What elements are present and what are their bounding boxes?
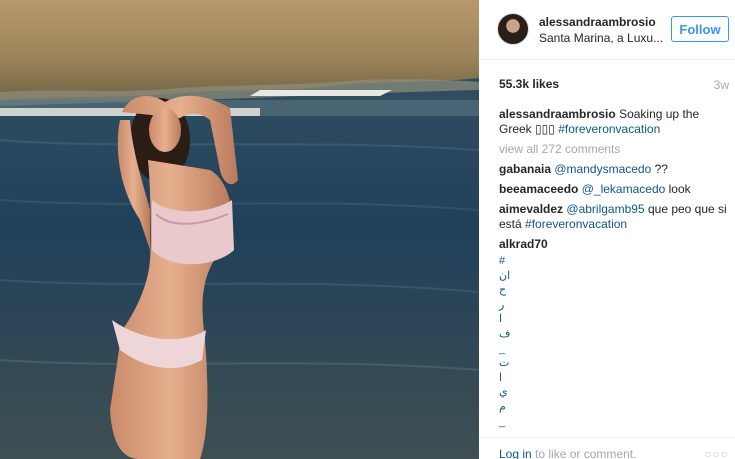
hashtag-char: ح bbox=[499, 284, 507, 297]
hashtag-char: ان bbox=[499, 269, 511, 282]
login-link[interactable]: Log in bbox=[499, 447, 532, 459]
view-all-comments-link[interactable]: view all 272 comments bbox=[499, 142, 729, 157]
comment-username[interactable]: aimevaldez bbox=[499, 202, 563, 216]
post-header: alessandraambrosio Santa Marina, a Luxu.… bbox=[479, 0, 735, 60]
comment-mention[interactable]: @mandysmacedo bbox=[554, 162, 651, 176]
login-prompt-text: to like or comment. bbox=[535, 447, 637, 459]
hashtag-char: م bbox=[499, 400, 506, 413]
username-link[interactable]: alessandraambrosio bbox=[539, 15, 656, 29]
comment-hashtag-vertical[interactable]: # ان ح ر ا ف _ ت ا ي م _ bbox=[499, 254, 729, 429]
hashtag-char: ت bbox=[499, 357, 510, 370]
comment-text: look bbox=[668, 182, 691, 196]
hashtag-char: ر bbox=[499, 298, 505, 311]
comment-item: alkrad70 # ان ح ر ا ف _ ت ا ي م _ bbox=[499, 237, 729, 429]
post-time[interactable]: 3w bbox=[714, 78, 729, 92]
comment-mention[interactable]: @_lekamacedo bbox=[582, 182, 666, 196]
location-link[interactable]: Santa Marina, a Luxu... bbox=[539, 31, 663, 45]
hashtag-char: # bbox=[499, 255, 506, 267]
post-footer: Log in to like or comment. ○○○ bbox=[479, 437, 735, 459]
hashtag-char: _ bbox=[499, 342, 506, 355]
follow-button[interactable]: Follow bbox=[671, 16, 729, 42]
hashtag-char: ا bbox=[499, 371, 503, 384]
comment-username[interactable]: beeamaceedo bbox=[499, 182, 578, 196]
comment-item: gabanaia @mandysmacedo ?? bbox=[499, 162, 729, 177]
caption: alessandraambrosio Soaking up the Greek … bbox=[499, 107, 729, 137]
comment-hashtag[interactable]: #foreveronvacation bbox=[525, 217, 627, 231]
login-prompt: Log in to like or comment. bbox=[499, 447, 636, 459]
hashtag-char: _ bbox=[499, 415, 506, 428]
post-sidebar: alessandraambrosio Santa Marina, a Luxu.… bbox=[479, 0, 735, 459]
caption-emoji: ▯▯▯ bbox=[535, 122, 555, 136]
avatar[interactable] bbox=[497, 13, 529, 45]
caption-username[interactable]: alessandraambrosio bbox=[499, 107, 616, 121]
hashtag-char: ا bbox=[499, 313, 503, 326]
comment-item: beeamaceedo @_lekamacedo look bbox=[499, 182, 729, 197]
likes-count[interactable]: 55.3k likes bbox=[499, 77, 559, 91]
comment-username[interactable]: alkrad70 bbox=[499, 237, 548, 251]
comment-mention[interactable]: @abrilgamb95 bbox=[566, 202, 644, 216]
post-photo[interactable] bbox=[0, 0, 479, 459]
caption-hashtag[interactable]: #foreveronvacation bbox=[558, 122, 660, 136]
comment-item: aimevaldez @abrilgamb95 que peo que si e… bbox=[499, 202, 729, 232]
more-horizontal-icon[interactable]: ○○○ bbox=[704, 447, 729, 459]
hashtag-char: ف bbox=[499, 327, 511, 340]
photo-scene bbox=[0, 0, 479, 459]
comments-list: alessandraambrosio Soaking up the Greek … bbox=[499, 107, 729, 434]
hashtag-char: ي bbox=[499, 386, 508, 399]
comment-username[interactable]: gabanaia bbox=[499, 162, 551, 176]
comment-text: ?? bbox=[654, 162, 668, 176]
